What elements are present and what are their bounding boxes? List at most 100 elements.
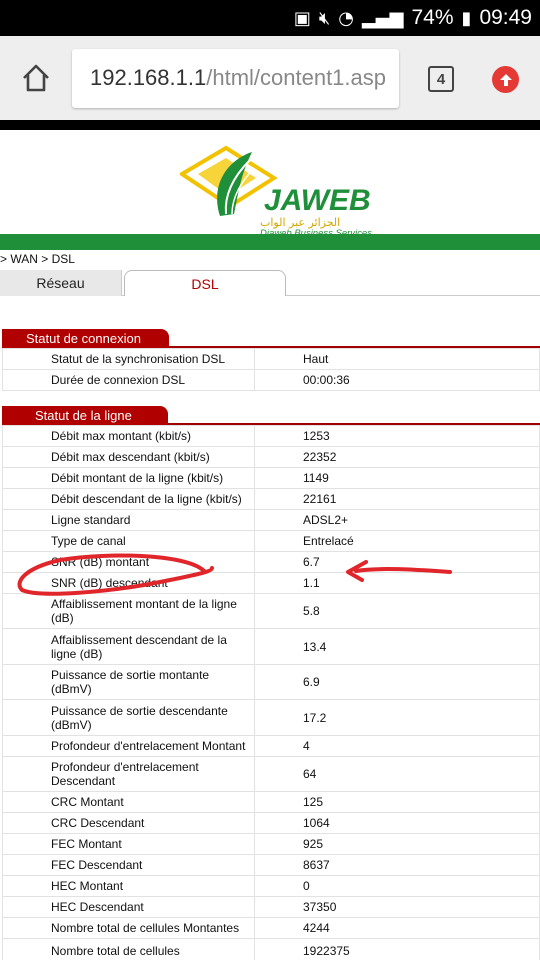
url-bar[interactable]: 192.168.1.1/html/content1.asp <box>72 49 399 108</box>
row-label: FEC Descendant <box>2 854 255 876</box>
row-label: Type de canal <box>2 530 255 552</box>
table-row: Statut de la synchronisation DSL Haut <box>2 348 540 370</box>
row-label: HEC Descendant <box>2 896 255 918</box>
table-row: HEC Montant 0 <box>2 875 540 897</box>
wifi-icon: ◔ <box>338 7 354 29</box>
row-value: 1253 <box>254 425 540 447</box>
row-label: Affaiblissement montant de la ligne (dB) <box>2 593 255 629</box>
table-row: Affaiblissement montant de la ligne (dB)… <box>2 593 540 629</box>
tab-bar: Réseau DSL <box>0 270 540 296</box>
row-value: 1064 <box>254 812 540 834</box>
table-row: Nombre total de cellules 1922375 <box>2 938 540 960</box>
table-row: Type de canal Entrelacé <box>2 530 540 552</box>
home-icon <box>23 64 49 92</box>
row-value: 22352 <box>254 446 540 468</box>
mute-icon: 🔇︎ <box>318 7 331 29</box>
logo-title: JAWEB <box>264 184 371 217</box>
table-row: CRC Montant 125 <box>2 791 540 813</box>
row-label: Débit montant de la ligne (kbit/s) <box>2 467 255 489</box>
row-value: Haut <box>254 348 540 370</box>
row-value: 6.9 <box>254 664 540 700</box>
table-row: SNR (dB) descendant 1.1 <box>2 572 540 594</box>
row-label: Débit max montant (kbit/s) <box>2 425 255 447</box>
row-value: 8637 <box>254 854 540 876</box>
table-row: SNR (dB) montant 6.7 <box>2 551 540 573</box>
url-host: 192.168.1.1 <box>90 65 207 90</box>
row-label: Profondeur d'entrelacement Descendant <box>2 756 255 792</box>
row-value: 5.8 <box>254 593 540 629</box>
tab-reseau[interactable]: Réseau <box>0 270 122 296</box>
row-value: 6.7 <box>254 551 540 573</box>
header-strip <box>0 120 540 130</box>
table-row: Puissance de sortie montante (dBmV) 6.9 <box>2 664 540 700</box>
row-value: 64 <box>254 756 540 792</box>
section-header: Statut de connexion <box>2 329 540 348</box>
section-header: Statut de la ligne <box>2 406 540 425</box>
update-button[interactable] <box>492 66 519 93</box>
row-label: Débit max descendant (kbit/s) <box>2 446 255 468</box>
line-status-table: Débit max montant (kbit/s) 1253 Débit max… <box>2 425 540 960</box>
table-row: Puissance de sortie descendante (dBmV) 17… <box>2 699 540 736</box>
row-label: Durée de connexion DSL <box>2 369 255 391</box>
jaweb-logo: JAWEB الجزائر عبر الواب Djaweb Business … <box>180 145 372 236</box>
table-row: FEC Montant 925 <box>2 833 540 855</box>
row-value: 4244 <box>254 917 540 939</box>
row-value: 17.2 <box>254 699 540 736</box>
tab-dsl[interactable]: DSL <box>124 270 286 296</box>
table-row: Durée de connexion DSL 00:00:36 <box>2 369 540 391</box>
row-value: ADSL2+ <box>254 509 540 531</box>
row-value: 4 <box>254 735 540 757</box>
tab-switcher-button[interactable]: 4 <box>428 66 454 92</box>
row-label: CRC Montant <box>2 791 255 813</box>
status-bar: ▣ 🔇︎ ◔ ▂▄▆ 74% ▮ 09:49 <box>0 0 540 36</box>
row-label: Statut de la synchronisation DSL <box>2 348 255 370</box>
row-label: Puissance de sortie descendante (dBmV) <box>2 699 255 736</box>
row-label: SNR (dB) descendant <box>2 572 255 594</box>
row-label: Affaiblissement descendant de la ligne (… <box>2 628 255 665</box>
table-row: Débit max descendant (kbit/s) 22352 <box>2 446 540 468</box>
table-row: Nombre total de cellules Montantes 4244 <box>2 917 540 939</box>
table-row: Profondeur d'entrelacement Montant 4 <box>2 735 540 757</box>
clock: 09:49 <box>479 6 532 29</box>
table-row: Affaiblissement descendant de la ligne (… <box>2 628 540 665</box>
arrow-up-icon <box>499 73 512 86</box>
row-label: Profondeur d'entrelacement Montant <box>2 735 255 757</box>
url-path: /html/content1.asp <box>206 65 387 90</box>
breadcrumb: > WAN > DSL <box>0 252 75 266</box>
line-status-section: Statut de la ligne Débit max montant (kb… <box>2 406 540 960</box>
row-value: 125 <box>254 791 540 813</box>
table-row: Profondeur d'entrelacement Descendant 64 <box>2 756 540 792</box>
row-value: 1.1 <box>254 572 540 594</box>
row-value: Entrelacé <box>254 530 540 552</box>
logo-banner: JAWEB الجزائر عبر الواب Djaweb Business … <box>0 130 540 236</box>
battery-percent: 74% <box>411 6 454 29</box>
table-row: Débit montant de la ligne (kbit/s) 1149 <box>2 467 540 489</box>
screenshot-icon: ▣ <box>293 7 311 29</box>
connection-status-table: Statut de la synchronisation DSL Haut Du… <box>2 348 540 391</box>
row-value: 00:00:36 <box>254 369 540 391</box>
row-label: HEC Montant <box>2 875 255 897</box>
table-row: HEC Descendant 37350 <box>2 896 540 918</box>
green-band <box>0 234 540 250</box>
table-row: Ligne standard ADSL2+ <box>2 509 540 531</box>
row-value: 13.4 <box>254 628 540 665</box>
table-row: Débit max montant (kbit/s) 1253 <box>2 425 540 447</box>
table-row: CRC Descendant 1064 <box>2 812 540 834</box>
web-page: JAWEB الجزائر عبر الواب Djaweb Business … <box>0 120 540 960</box>
row-value: 1149 <box>254 467 540 489</box>
row-label: Nombre total de cellules <box>2 938 255 960</box>
table-row: Débit descendant de la ligne (kbit/s) 221… <box>2 488 540 510</box>
row-value: 37350 <box>254 896 540 918</box>
browser-toolbar: 192.168.1.1/html/content1.asp 4 <box>0 36 540 120</box>
row-value: 1922375 <box>254 938 540 960</box>
row-label: CRC Descendant <box>2 812 255 834</box>
row-label: FEC Montant <box>2 833 255 855</box>
connection-status-section: Statut de connexion Statut de la synchro… <box>2 329 540 391</box>
row-value: 22161 <box>254 488 540 510</box>
signal-icon: ▂▄▆ <box>361 7 404 29</box>
tab-count: 4 <box>436 70 446 88</box>
home-button[interactable] <box>14 56 58 100</box>
battery-icon: ▮ <box>461 7 472 29</box>
table-row: FEC Descendant 8637 <box>2 854 540 876</box>
row-label: Ligne standard <box>2 509 255 531</box>
